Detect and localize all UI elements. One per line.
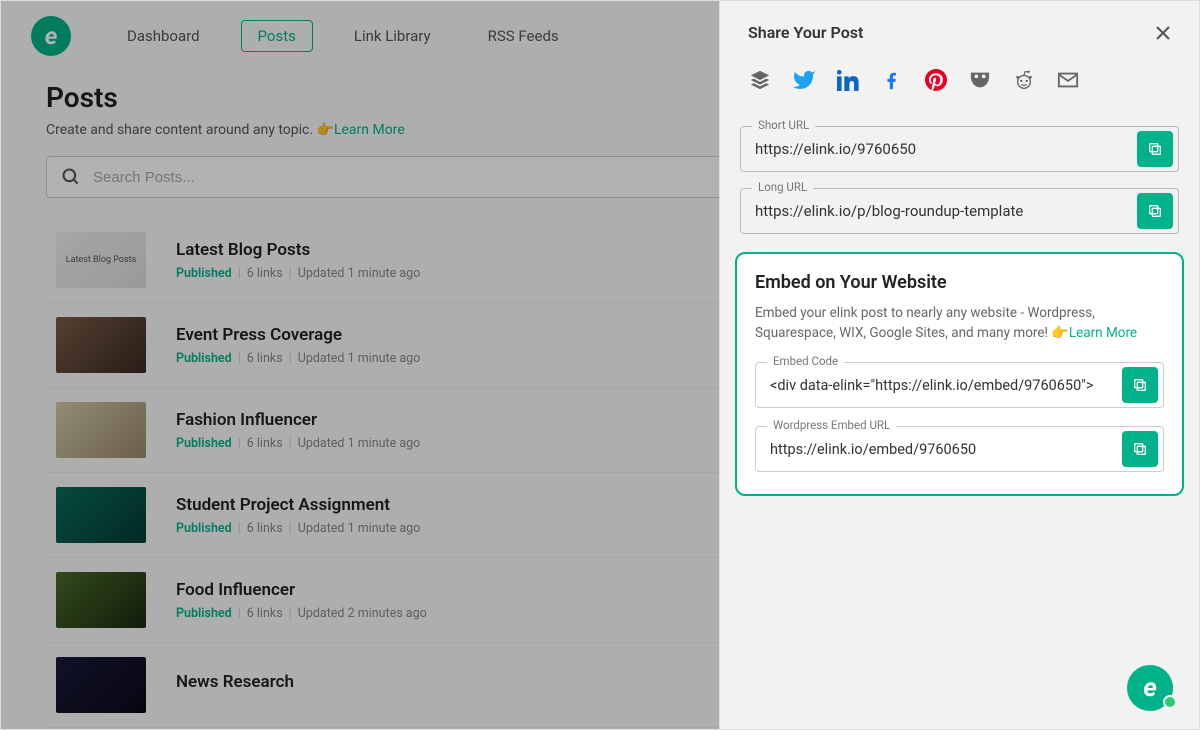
copy-wordpress-url-button[interactable] [1122, 431, 1158, 467]
embed-code-label: Embed Code [767, 354, 844, 368]
copy-embed-code-button[interactable] [1122, 367, 1158, 403]
buffer-icon[interactable] [748, 68, 772, 92]
hootsuite-icon[interactable] [968, 68, 992, 92]
embed-code-group: Embed Code <div data-elink="https://elin… [755, 362, 1164, 408]
copy-short-url-button[interactable] [1137, 131, 1173, 167]
copy-long-url-button[interactable] [1137, 193, 1173, 229]
short-url-label: Short URL [752, 118, 815, 132]
reddit-icon[interactable] [1012, 68, 1036, 92]
short-url-group: Short URL https://elink.io/9760650 [740, 126, 1179, 172]
share-panel: Share Your Post Short URL https://elink.… [719, 1, 1199, 729]
help-launcher[interactable]: e [1127, 665, 1173, 711]
embed-title: Embed on Your Website [755, 272, 1164, 293]
twitter-icon[interactable] [792, 68, 816, 92]
embed-code-value[interactable]: <div data-elink="https://elink.io/embed/… [755, 362, 1164, 408]
wordpress-url-value[interactable]: https://elink.io/embed/9760650 [755, 426, 1164, 472]
long-url-value[interactable]: https://elink.io/p/blog-roundup-template [740, 188, 1179, 234]
panel-title: Share Your Post [748, 23, 863, 42]
modal-backdrop[interactable] [1, 1, 721, 729]
social-share-row [720, 58, 1199, 116]
linkedin-icon[interactable] [836, 68, 860, 92]
wordpress-url-label: Wordpress Embed URL [767, 418, 896, 432]
short-url-value[interactable]: https://elink.io/9760650 [740, 126, 1179, 172]
close-icon[interactable] [1155, 25, 1171, 41]
facebook-icon[interactable] [880, 68, 904, 92]
embed-learn-more-link[interactable]: Learn More [1069, 325, 1137, 341]
embed-card: Embed on Your Website Embed your elink p… [735, 252, 1184, 496]
wordpress-url-group: Wordpress Embed URL https://elink.io/emb… [755, 426, 1164, 472]
long-url-label: Long URL [752, 180, 813, 194]
long-url-group: Long URL https://elink.io/p/blog-roundup… [740, 188, 1179, 234]
pointer-icon: 👉 [1051, 325, 1068, 341]
email-icon[interactable] [1056, 68, 1080, 92]
pinterest-icon[interactable] [924, 68, 948, 92]
embed-description: Embed your elink post to nearly any webs… [755, 303, 1164, 344]
